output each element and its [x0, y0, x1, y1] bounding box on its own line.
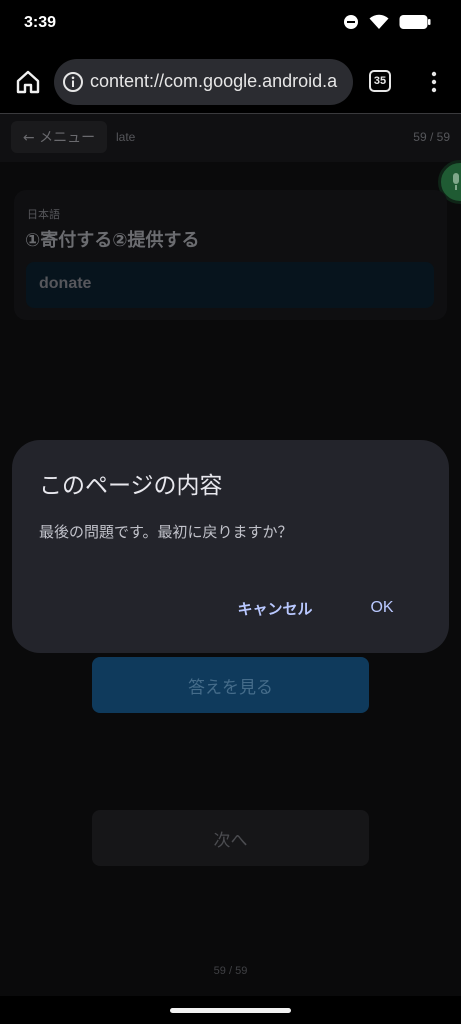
status-time: 3:39: [24, 14, 57, 31]
do-not-disturb-icon: [344, 15, 358, 29]
home-icon[interactable]: [14, 68, 42, 96]
question-counter-top: 59 / 59: [413, 130, 450, 144]
status-icons: [343, 14, 431, 30]
wifi-icon: [369, 14, 389, 29]
gesture-handle[interactable]: [170, 1008, 291, 1013]
question-title: ①寄付する②提供する: [25, 230, 200, 251]
battery-icon: [399, 15, 431, 29]
answer-text: donate: [39, 275, 92, 292]
back-to-menu-button[interactable]: ← メニュー: [11, 121, 107, 153]
url-bar[interactable]: content://com.google.android.a: [54, 59, 353, 105]
more-vert-icon[interactable]: [427, 70, 441, 94]
confirm-dialog: このページの内容 最後の問題です。最初に戻りますか？ キャンセル OK: [12, 440, 449, 653]
late-label: late: [116, 130, 136, 144]
question-counter-bottom: 59 / 59: [213, 965, 248, 977]
show-answer-button[interactable]: 答えを見る: [92, 657, 369, 713]
status-bar: 3:39: [0, 0, 461, 50]
tab-switcher-icon[interactable]: 35: [369, 70, 391, 92]
screen: 3:39 content://com.google.android.a 35 ←…: [0, 0, 461, 1024]
dialog-message: 最後の問題です。最初に戻りますか？: [39, 523, 293, 541]
site-info-icon[interactable]: [62, 71, 84, 93]
url-text[interactable]: content://com.google.android.a: [90, 71, 337, 92]
tab-count: 35: [373, 75, 387, 87]
ok-button[interactable]: OK: [357, 588, 407, 628]
page-header: ← メニュー late 59 / 59: [0, 114, 461, 162]
dialog-title: このページの内容: [39, 473, 223, 499]
next-button[interactable]: 次へ: [92, 810, 369, 866]
browser-toolbar: content://com.google.android.a 35: [0, 50, 461, 114]
answer-box: donate: [26, 262, 434, 308]
question-card: 日本語 ①寄付する②提供する donate: [14, 190, 447, 320]
cancel-button[interactable]: キャンセル: [224, 588, 326, 628]
navigation-bar: [0, 996, 461, 1024]
language-label: 日本語: [27, 208, 60, 221]
